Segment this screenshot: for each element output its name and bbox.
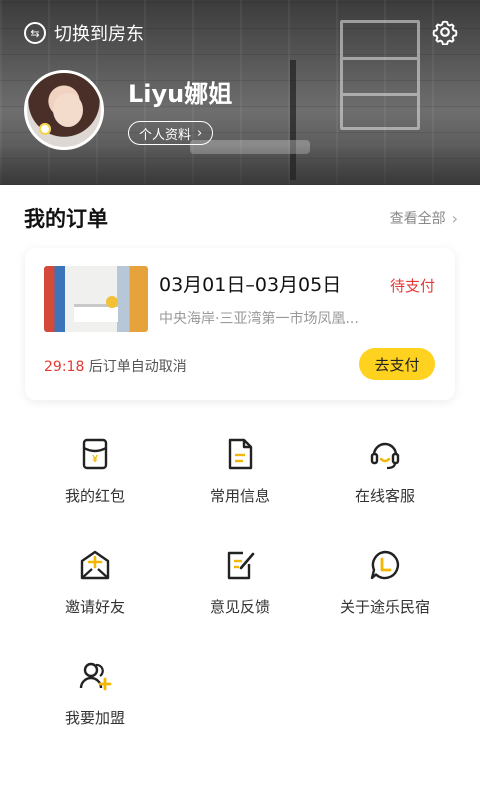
menu-item-join[interactable]: 我要加盟 bbox=[15, 659, 175, 739]
about-chat-icon bbox=[370, 550, 400, 580]
order-countdown-suffix: 后订单自动取消 bbox=[84, 359, 187, 375]
order-dates: 03月01日–03月05日 bbox=[159, 274, 342, 296]
order-status-badge: 待支付 bbox=[389, 277, 435, 295]
chevron-right-icon: › bbox=[451, 208, 458, 228]
order-address: 中央海岸·三亚湾第一市场凤凰... bbox=[159, 311, 359, 327]
gear-icon[interactable] bbox=[432, 19, 458, 45]
order-card[interactable]: 03月01日–03月05日 待支付 中央海岸·三亚湾第一市场凤凰... 29:1… bbox=[25, 248, 455, 400]
menu-item-common-info[interactable]: 常用信息 bbox=[160, 437, 320, 517]
order-countdown-text: 29:18 后订单自动取消 bbox=[44, 356, 187, 376]
profile-button[interactable]: 个人资料 › bbox=[128, 121, 214, 145]
menu-label: 意见反馈 bbox=[209, 598, 270, 616]
join-user-icon bbox=[79, 662, 112, 691]
menu-label: 我的红包 bbox=[64, 487, 125, 505]
menu-label: 常用信息 bbox=[209, 487, 270, 505]
switch-to-host-label: 切换到房东 bbox=[54, 24, 144, 45]
document-icon bbox=[228, 438, 253, 470]
username: Liyu娜姐 bbox=[128, 80, 233, 108]
svg-text:¥: ¥ bbox=[92, 454, 98, 465]
header-bg-floor bbox=[0, 145, 480, 185]
chevron-right-icon: › bbox=[197, 125, 203, 141]
switch-to-host-button[interactable]: ⇆ 切换到房东 bbox=[24, 20, 144, 46]
order-countdown: 29:18 bbox=[44, 359, 85, 375]
menu-label: 关于途乐民宿 bbox=[339, 598, 430, 616]
menu-item-customer-service[interactable]: 在线客服 bbox=[305, 437, 465, 517]
switch-icon: ⇆ bbox=[24, 22, 46, 44]
menu-item-invite-friends[interactable]: 邀请好友 bbox=[15, 548, 175, 628]
menu-label: 在线客服 bbox=[354, 487, 415, 505]
menu-item-about[interactable]: 关于途乐民宿 bbox=[305, 548, 465, 628]
red-packet-icon: ¥ bbox=[82, 438, 108, 470]
view-all-orders-link[interactable]: 查看全部 › bbox=[390, 208, 458, 228]
order-thumbnail bbox=[44, 266, 148, 332]
menu-item-feedback[interactable]: 意见反馈 bbox=[160, 548, 320, 628]
thumb-pillow bbox=[106, 296, 118, 308]
pay-button[interactable]: 去支付 bbox=[359, 348, 435, 380]
feedback-edit-icon bbox=[227, 551, 255, 580]
menu-label: 邀请好友 bbox=[64, 598, 125, 616]
menu-label: 我要加盟 bbox=[64, 709, 125, 727]
invite-envelope-icon bbox=[80, 550, 110, 580]
avatar-flower bbox=[39, 123, 51, 135]
avatar[interactable] bbox=[24, 70, 104, 150]
menu-item-red-packet[interactable]: ¥ 我的红包 bbox=[15, 437, 175, 517]
avatar-face bbox=[53, 93, 83, 127]
headset-icon bbox=[370, 442, 400, 470]
view-all-label: 查看全部 bbox=[389, 211, 446, 227]
profile-button-label: 个人资料 bbox=[139, 127, 192, 143]
profile-header: ⇆ 切换到房东 Liyu娜姐 个人资料 › bbox=[0, 0, 480, 185]
header-bg-shelf bbox=[340, 20, 420, 130]
orders-section-title: 我的订单 bbox=[24, 207, 108, 231]
